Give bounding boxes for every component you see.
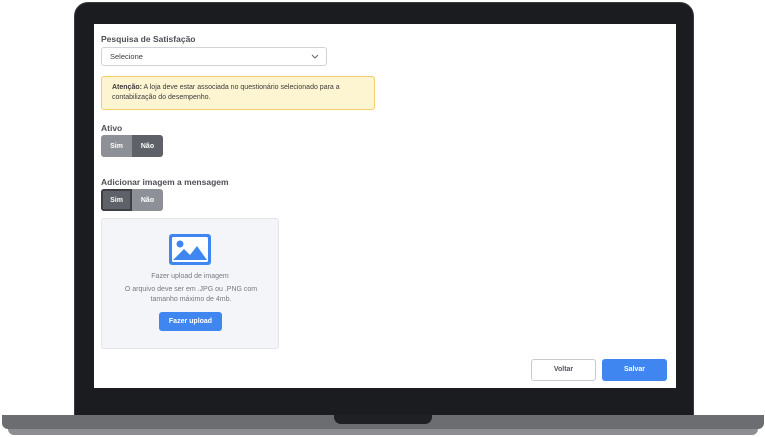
- survey-select[interactable]: Selecione: [101, 47, 327, 66]
- active-label: Ativo: [101, 123, 123, 133]
- survey-select-value: Selecione: [110, 52, 143, 61]
- chevron-down-icon: [311, 54, 319, 59]
- image-label: Adicionar imagem a mensagem: [101, 177, 229, 187]
- alert-title: Atenção:: [112, 84, 142, 91]
- image-toggle: Sim Não: [101, 189, 163, 211]
- warning-alert: Atenção: A loja deve estar associada no …: [101, 76, 375, 110]
- image-no-option[interactable]: Não: [132, 189, 163, 211]
- active-toggle: Sim Não: [101, 135, 163, 157]
- image-yes-option[interactable]: Sim: [101, 189, 132, 211]
- survey-label: Pesquisa de Satisfação: [101, 34, 196, 44]
- image-icon: [169, 234, 211, 265]
- laptop-notch: [334, 415, 432, 424]
- app-screen: Pesquisa de Satisfação Selecione Atenção…: [94, 24, 676, 388]
- save-button[interactable]: Salvar: [602, 359, 667, 381]
- upload-title: Fazer upload de imagem: [151, 273, 229, 280]
- back-button[interactable]: Voltar: [531, 359, 596, 381]
- alert-text: A loja deve estar associada no questioná…: [112, 84, 340, 101]
- upload-description: O arquivo deve ser em .JPG ou .PNG com t…: [124, 286, 258, 303]
- upload-card: Fazer upload de imagem O arquivo deve se…: [101, 218, 279, 349]
- active-yes-option[interactable]: Sim: [101, 135, 132, 157]
- active-no-option[interactable]: Não: [132, 135, 163, 157]
- laptop-base-shadow: [8, 429, 758, 435]
- upload-button[interactable]: Fazer upload: [159, 312, 222, 331]
